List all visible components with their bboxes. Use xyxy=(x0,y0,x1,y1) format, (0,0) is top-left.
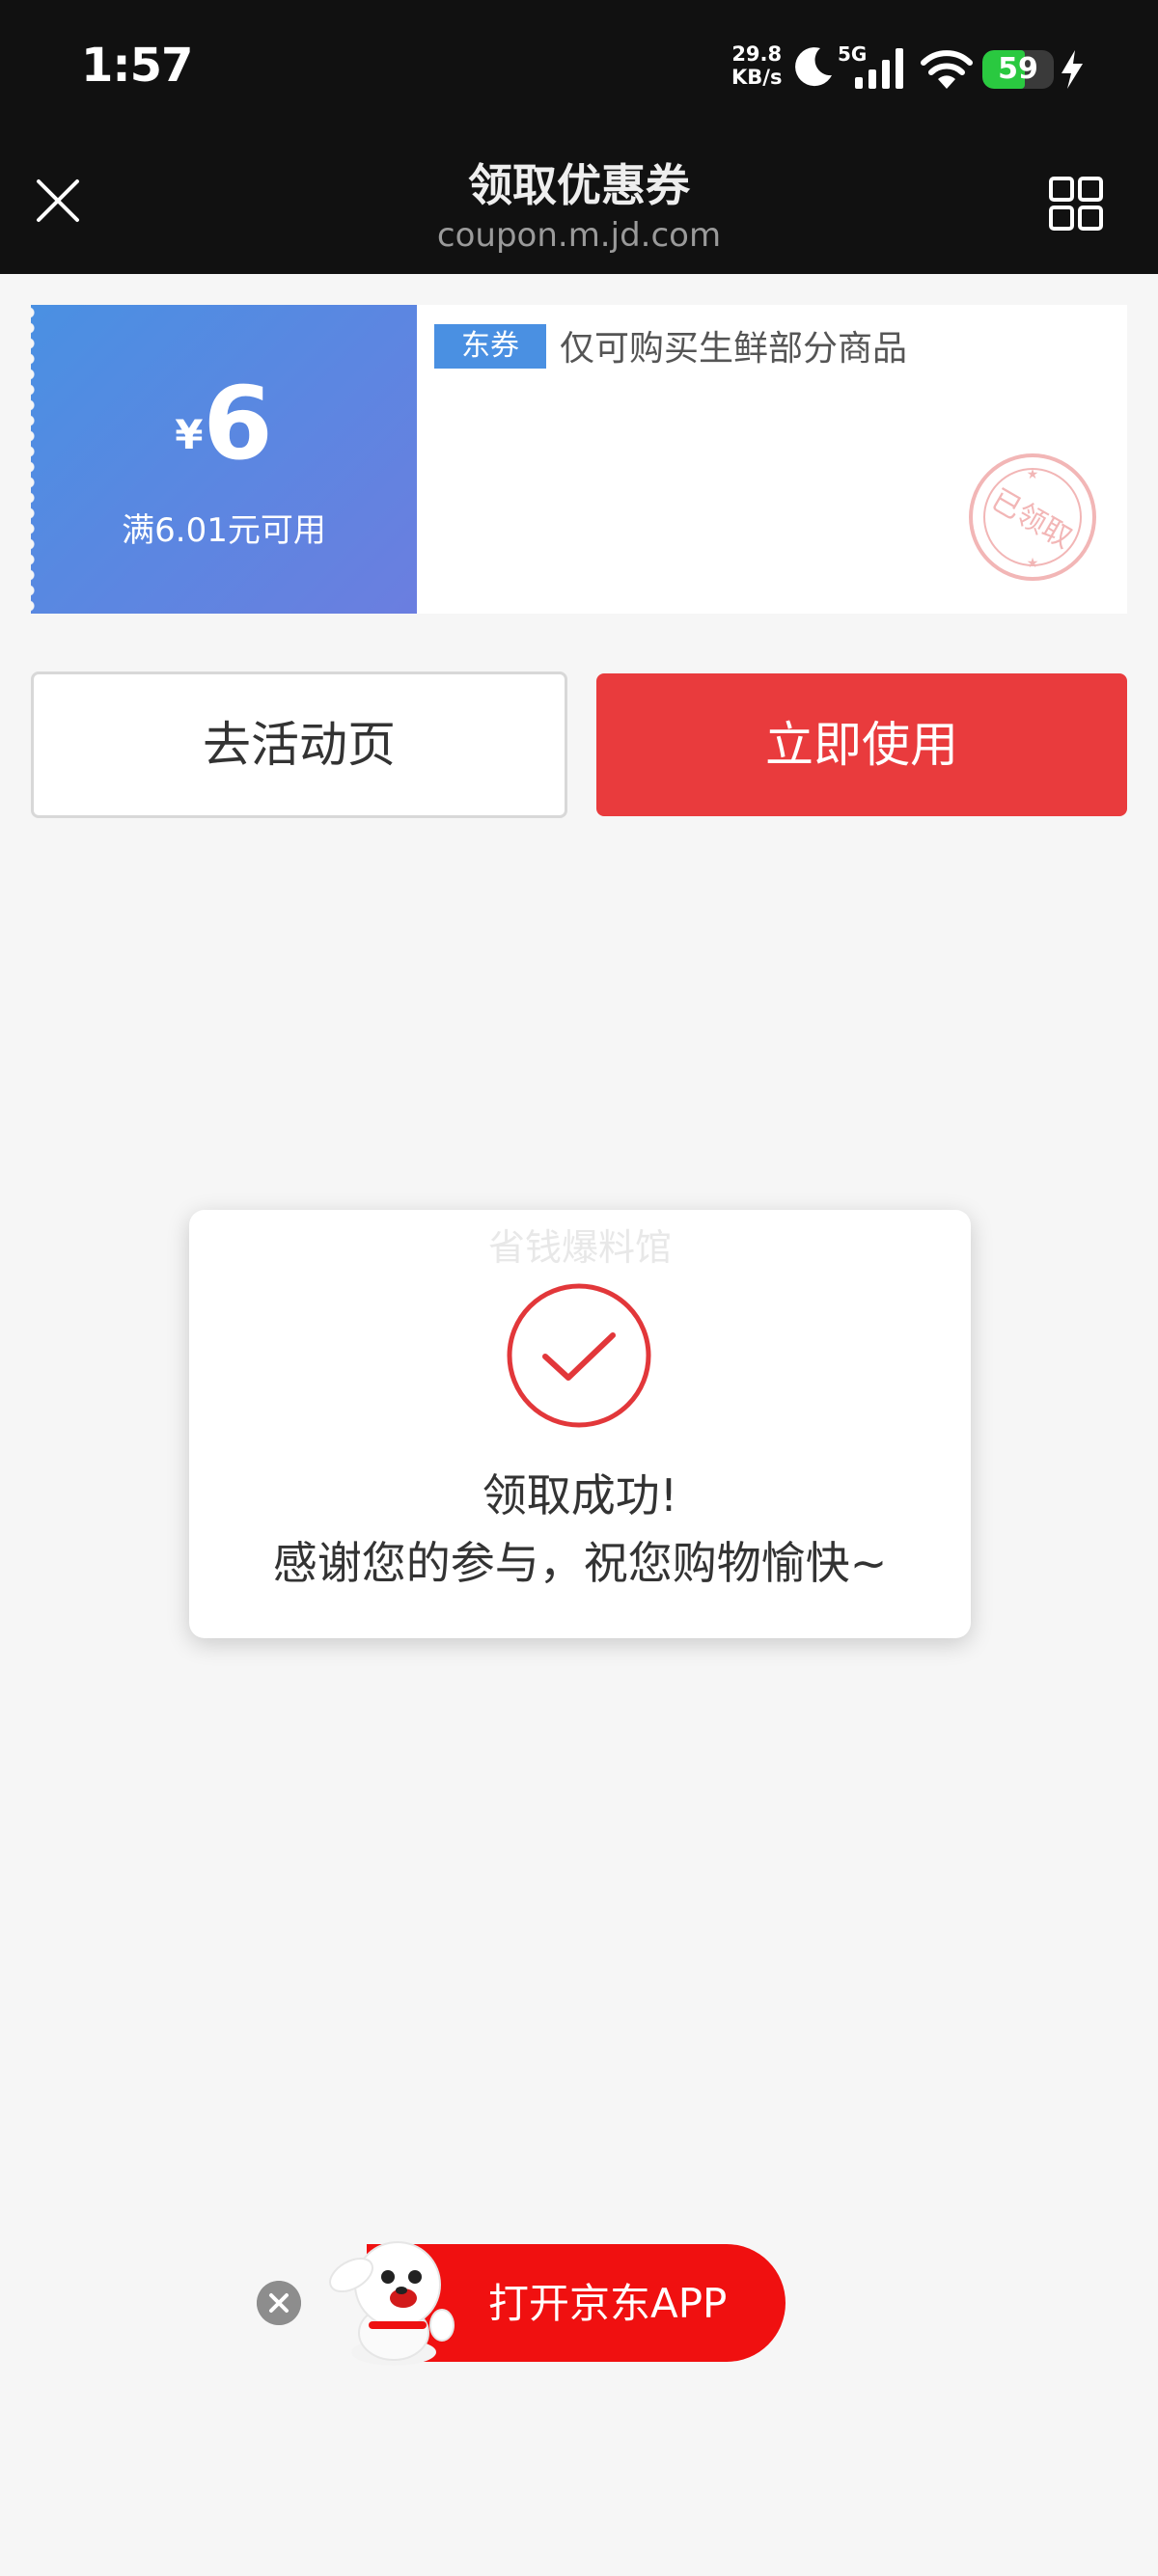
charging-icon xyxy=(1062,50,1083,89)
status-bar: 1:57 29.8 KB/s 5G 59 xyxy=(0,0,1158,135)
coupon-description: 仅可购买生鲜部分商品 xyxy=(560,329,908,369)
claimed-stamp-icon: 已领取 ★ ★ xyxy=(969,453,1096,581)
network-speed: 29.8 KB/s xyxy=(731,42,782,89)
open-app-label[interactable]: 打开京东APP xyxy=(488,2271,727,2330)
svg-text:★: ★ xyxy=(1027,556,1039,571)
coupon-value-panel: ¥6 满6.01元可用 xyxy=(29,305,417,614)
page-url: coupon.m.jd.com xyxy=(436,216,722,255)
signal-icon xyxy=(855,48,903,89)
coupon-type-badge: 东券 xyxy=(434,324,546,369)
go-activity-button[interactable]: 去活动页 xyxy=(31,671,567,818)
watermark-text: 省钱爆料馆 xyxy=(487,1226,672,1269)
battery-icon: 59 xyxy=(982,50,1054,89)
dialog-title: 领取成功! xyxy=(482,1469,678,1521)
coupon-condition: 满6.01元可用 xyxy=(122,511,326,550)
claimed-stamp-text: 已领取 xyxy=(985,483,1077,556)
moon-icon xyxy=(795,47,832,87)
network-speed-value: 29.8 xyxy=(731,42,783,66)
currency-symbol: ¥ xyxy=(175,411,204,458)
status-time: 1:57 xyxy=(81,39,193,93)
network-speed-unit: KB/s xyxy=(731,66,783,89)
jd-dog-mascot-icon xyxy=(329,2241,455,2366)
coupon-card: ¥6 满6.01元可用 东券 仅可购买生鲜部分商品 已领取 ★ ★ xyxy=(29,305,1127,614)
wifi-icon xyxy=(921,50,973,89)
use-now-button[interactable]: 立即使用 xyxy=(596,673,1127,816)
success-check-icon xyxy=(507,1283,651,1428)
dialog-message: 感谢您的参与，祝您购物愉快~ xyxy=(272,1537,888,1589)
page-title: 领取优惠券 xyxy=(468,159,690,211)
grid-icon[interactable] xyxy=(1048,176,1104,232)
battery-level: 59 xyxy=(998,52,1038,86)
svg-text:★: ★ xyxy=(1027,467,1039,482)
coupon-amount: ¥6 xyxy=(31,365,417,482)
banner-close-icon[interactable] xyxy=(257,2281,301,2325)
title-bar: 领取优惠券 coupon.m.jd.com xyxy=(0,135,1158,274)
success-dialog: 省钱爆料馆 领取成功! 感谢您的参与，祝您购物愉快~ xyxy=(189,1210,971,1638)
coupon-amount-value: 6 xyxy=(203,365,273,482)
